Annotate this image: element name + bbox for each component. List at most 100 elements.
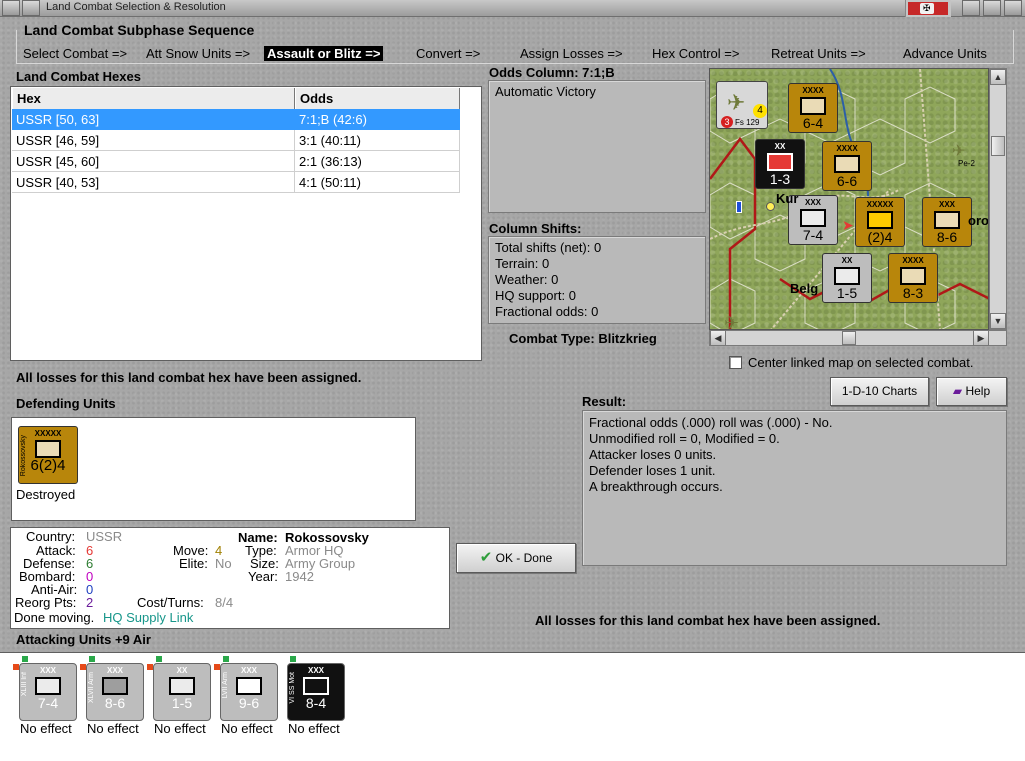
unit-size: XX (841, 256, 853, 265)
center-map-checkbox[interactable] (729, 356, 742, 369)
attacking-unit-counter[interactable]: XXX 8-6 XLVII Arm (86, 663, 144, 721)
odds-title: Odds Column: 7:1;B (489, 65, 615, 80)
table-row[interactable]: USSR [40, 53] 4:1 (50:11) (12, 172, 460, 193)
attack-arrow-icon: ➤ (842, 217, 854, 233)
map-unit-counter[interactable]: XXXXX (2)4 (855, 197, 905, 247)
phase-hex-control[interactable]: Hex Control => (652, 46, 739, 61)
town-label: oro (968, 213, 989, 228)
attacking-unit-status: No effect (221, 721, 273, 736)
horizontal-scroll-thumb[interactable] (842, 331, 856, 345)
defending-unit-counter[interactable]: XXXXX 6(2)4 Rokossovsky (18, 426, 78, 484)
unit-name: VI SS Mot (289, 672, 296, 704)
maximize-button[interactable] (983, 0, 1001, 16)
map-unit-counter[interactable]: XXXX 6-4 (788, 83, 838, 133)
result-line: Attacker loses 0 units. (589, 447, 717, 462)
checkmark-icon: ✔ (479, 549, 493, 566)
map-unit-counter[interactable]: XX 1-3 (755, 139, 805, 189)
attacking-unit-counter[interactable]: XX 1-5 (153, 663, 211, 721)
odds-cell: 3:1 (40:11) (295, 130, 460, 151)
scroll-down-button[interactable]: ▼ (990, 313, 1006, 329)
map-unit-counter[interactable]: XXXX 6-6 (822, 141, 872, 191)
country-label: Country: (26, 529, 76, 544)
elite-label: Elite: (179, 556, 208, 571)
combat-type: Combat Type: Blitzkrieg (509, 331, 657, 346)
result-line: A breakthrough occurs. (589, 479, 723, 494)
shift-line: Terrain: 0 (495, 256, 550, 271)
phase-select-combat[interactable]: Select Combat => (23, 46, 127, 61)
restore-button[interactable] (962, 0, 980, 16)
phase-assign-losses[interactable]: Assign Losses => (520, 46, 623, 61)
infantry-icon (35, 677, 61, 695)
help-button[interactable]: ▰ Help (936, 377, 1007, 406)
unit-value: (2)4 (867, 229, 893, 245)
table-row[interactable]: USSR [50, 63] 7:1;B (42:6) (12, 109, 460, 130)
armor-icon (102, 677, 128, 695)
infantry-icon (900, 267, 926, 285)
motorized-icon (303, 677, 329, 695)
hexes-column-odds[interactable]: Odds (295, 88, 460, 109)
infantry-icon (169, 677, 195, 695)
map-vertical-scrollbar[interactable] (989, 68, 1007, 330)
unit-size: XXXXX (34, 429, 62, 438)
town-label: Belg (790, 281, 819, 296)
unit-value: 7-4 (802, 227, 824, 243)
scroll-left-button[interactable]: ◀ (710, 330, 726, 346)
map-unit-counter[interactable]: XXX 8-6 (922, 197, 972, 247)
scroll-up-button[interactable]: ▲ (990, 69, 1006, 85)
ok-done-button[interactable]: ✔ OK - Done (456, 543, 576, 573)
unit-value: 8-6 (936, 229, 958, 245)
unit-name: XLVII Arm (88, 672, 95, 703)
odds-cell: 4:1 (50:11) (295, 172, 460, 193)
year-label: Year: (248, 569, 278, 584)
table-row[interactable]: USSR [45, 60] 2:1 (36:13) (12, 151, 460, 172)
map-unit-counter[interactable]: XX 1-5 (822, 253, 872, 303)
air-unit-counter[interactable]: ✈ 4 3 Fs 129 (716, 81, 768, 129)
country-value: USSR (86, 529, 123, 544)
losses-message-bottom: All losses for this land combat hex have… (535, 613, 881, 628)
reorg-label: Reorg Pts: (15, 595, 77, 610)
unit-name: XLIII Inf (21, 672, 28, 697)
unit-value: 1-3 (769, 171, 791, 187)
phase-retreat-units[interactable]: Retreat Units => (771, 46, 866, 61)
attacking-unit-status: No effect (87, 721, 139, 736)
shift-line: Total shifts (net): 0 (495, 240, 602, 255)
table-row[interactable]: USSR [46, 59] 3:1 (40:11) (12, 130, 460, 151)
close-button[interactable] (1004, 0, 1022, 16)
ok-done-label: OK - Done (495, 551, 553, 565)
reorg-value: 2 (86, 595, 94, 610)
hex-cell: USSR [45, 60] (12, 151, 295, 172)
unit-size: XXXXX (866, 200, 894, 209)
linked-map[interactable]: ✈ 4 3 Fs 129 XXXX 6-4 XX 1-3 XXXX 6-6 XX… (709, 68, 989, 330)
status-led (22, 656, 28, 662)
charts-button[interactable]: 1-D-10 Charts (830, 377, 929, 406)
hexes-column-hex[interactable]: Hex (12, 88, 295, 109)
unit-size: XXX (307, 666, 324, 675)
unit-size: XXXX (902, 256, 924, 265)
system-menu-button[interactable] (2, 0, 20, 16)
odds-cell: 7:1;B (42:6) (295, 109, 460, 130)
infantry-icon (767, 153, 793, 171)
phase-att-snow-units[interactable]: Att Snow Units => (146, 46, 250, 61)
attacking-unit-counter[interactable]: XXX 9-6 LVII Arm (220, 663, 278, 721)
attacking-unit-status: No effect (288, 721, 340, 736)
scroll-right-button[interactable]: ▶ (973, 330, 989, 346)
attacking-unit-counter[interactable]: XXX 8-4 VI SS Mot (287, 663, 345, 721)
air-badge: 3 (721, 116, 733, 128)
attacking-unit-counter[interactable]: XXX 7-4 XLIII Inf (19, 663, 77, 721)
phase-advance-units[interactable]: Advance Units (903, 46, 987, 61)
center-map-label[interactable]: Center linked map on selected combat. (748, 355, 973, 370)
map-horizontal-scrollbar[interactable] (709, 330, 1007, 346)
attacking-unit-status: No effect (154, 721, 206, 736)
minimize-button[interactable] (22, 0, 40, 16)
elite-value: No (215, 556, 232, 571)
armor-icon (35, 440, 61, 458)
town-label: Kur (776, 191, 799, 206)
vertical-scroll-thumb[interactable] (991, 136, 1005, 156)
result-line: Fractional odds (.000) roll was (.000) -… (589, 415, 833, 430)
map-unit-counter[interactable]: XXXX 8-3 (888, 253, 938, 303)
shift-line: Weather: 0 (495, 272, 559, 287)
supply-link-text: HQ Supply Link (103, 610, 194, 625)
phase-assault-or-blitz[interactable]: Assault or Blitz => (264, 46, 384, 61)
odds-cell: 2:1 (36:13) (295, 151, 460, 172)
phase-convert[interactable]: Convert => (416, 46, 480, 61)
